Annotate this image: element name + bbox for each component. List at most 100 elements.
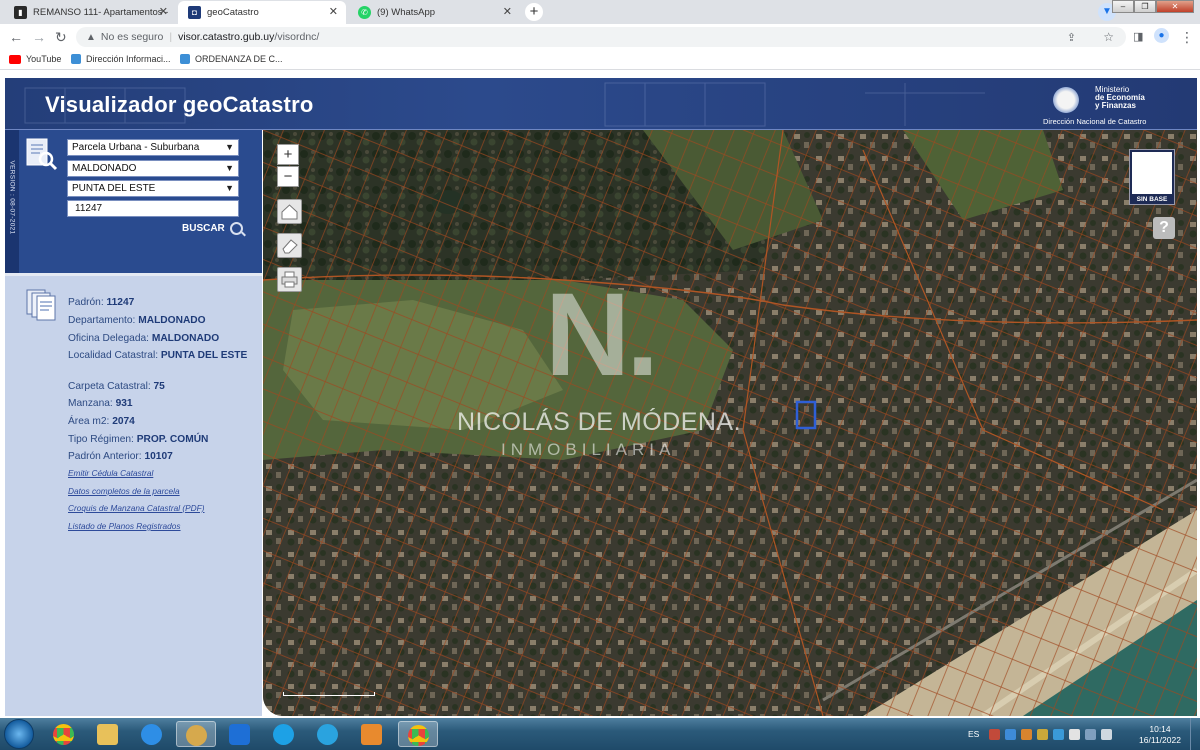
zoom-out-button[interactable]: − bbox=[277, 166, 299, 187]
bookmark-ordenanza[interactable]: ORDENANZA DE C... bbox=[180, 54, 283, 64]
profile-avatar-icon[interactable]: ● bbox=[1154, 28, 1169, 43]
buscar-label: BUSCAR bbox=[182, 223, 225, 234]
url-host: visor.catastro.gub.uy bbox=[178, 31, 275, 43]
bookmark-label: ORDENANZA DE C... bbox=[195, 54, 283, 64]
home-button[interactable] bbox=[277, 199, 302, 224]
help-button[interactable]: ? bbox=[1153, 217, 1175, 239]
tray-app-icon[interactable] bbox=[1037, 728, 1049, 740]
taskbar-explorer[interactable] bbox=[88, 721, 128, 747]
bookmark-label: Dirección Informaci... bbox=[86, 54, 171, 64]
building-favicon-icon: ▮ bbox=[14, 6, 27, 19]
tab-title: (9) WhatsApp bbox=[377, 7, 436, 18]
address-divider: | bbox=[169, 31, 173, 43]
url-path: /visordnc/ bbox=[274, 31, 320, 43]
taskbar-chrome[interactable] bbox=[44, 721, 84, 747]
media-player-icon bbox=[361, 724, 382, 745]
paint-icon bbox=[186, 725, 207, 746]
info-regimen: Tipo Régimen: PROP. COMÚN bbox=[68, 434, 209, 445]
info-area: Área m2: 2074 bbox=[68, 416, 135, 427]
department-select[interactable]: MALDONADO ▼ bbox=[67, 160, 239, 177]
link-listado-planos[interactable]: Listado de Planos Registrados bbox=[68, 521, 181, 531]
base-layer-button[interactable]: SIN BASE bbox=[1129, 149, 1175, 205]
logo-line3: y Finanzas bbox=[1095, 101, 1136, 110]
magnifier-icon bbox=[229, 222, 243, 235]
documents-icon bbox=[26, 289, 56, 321]
share-icon[interactable]: ⇪ bbox=[1067, 31, 1076, 44]
tab-title: geoCatastro bbox=[207, 7, 259, 18]
tray-app-icon[interactable] bbox=[1005, 728, 1017, 740]
clock[interactable]: 10:14 16/11/2022 bbox=[1136, 724, 1184, 746]
side-panel-icon[interactable]: ◨ bbox=[1133, 29, 1143, 45]
app-title: Visualizador geoCatastro bbox=[45, 92, 314, 117]
parcel-type-select[interactable]: Parcela Urbana - Suburbana ▼ bbox=[67, 139, 239, 156]
dgi-icon bbox=[71, 54, 81, 64]
back-arrow-icon[interactable]: ← bbox=[9, 29, 23, 45]
bookmark-direccion[interactable]: Dirección Informaci... bbox=[71, 54, 171, 64]
close-tab-icon[interactable]: ✕ bbox=[503, 5, 512, 18]
star-bookmark-icon[interactable]: ☆ bbox=[1103, 30, 1114, 44]
locality-select[interactable]: PUNTA DEL ESTE ▼ bbox=[67, 180, 239, 197]
address-bar[interactable]: ▲ No es seguro | visor.catastro.gub.uy /… bbox=[76, 27, 1126, 47]
network-icon[interactable] bbox=[1085, 728, 1097, 740]
taskbar-paint[interactable] bbox=[176, 721, 216, 747]
document-search-icon bbox=[26, 138, 58, 171]
start-button[interactable] bbox=[4, 719, 34, 749]
eraser-button[interactable] bbox=[277, 233, 302, 258]
kebab-menu-icon[interactable]: ⋮ bbox=[1180, 29, 1194, 45]
whatsapp-favicon-icon: ✆ bbox=[358, 6, 371, 19]
folder-icon bbox=[97, 724, 118, 745]
restore-button[interactable]: ❐ bbox=[1134, 0, 1156, 13]
tab-remanso[interactable]: ▮ REMANSO 111- Apartamentos - ✕ bbox=[4, 1, 176, 24]
taskbar-media-player[interactable] bbox=[352, 721, 392, 747]
internet-explorer-icon bbox=[141, 724, 162, 745]
warning-triangle-icon[interactable]: ▲ bbox=[86, 32, 96, 43]
info-localidad: Localidad Catastral: PUNTA DEL ESTE bbox=[68, 350, 248, 361]
window-controls: – ❐ ✕ bbox=[1112, 0, 1194, 13]
print-button[interactable] bbox=[277, 267, 302, 292]
bookmark-youtube[interactable]: YouTube bbox=[9, 54, 61, 64]
zoom-in-button[interactable]: + bbox=[277, 144, 299, 165]
app-header: Visualizador geoCatastro Ministerio de E… bbox=[5, 78, 1197, 130]
map-viewer[interactable]: N. NICOLÁS DE MÓDENA. INMOBILIARIA + − S… bbox=[263, 130, 1197, 716]
tray-app-icon[interactable] bbox=[1069, 728, 1081, 740]
scale-bar bbox=[283, 692, 375, 696]
tray-app-icon[interactable] bbox=[1021, 728, 1033, 740]
info-padron-anterior: Padrón Anterior: 10107 bbox=[68, 451, 173, 462]
tray-app-icon[interactable] bbox=[1053, 728, 1065, 740]
skype-icon bbox=[273, 724, 294, 745]
language-indicator[interactable]: ES bbox=[968, 729, 979, 739]
minimize-button[interactable]: – bbox=[1112, 0, 1134, 13]
bookmark-label: YouTube bbox=[26, 54, 62, 64]
parcel-info-panel: Padrón: 11247 Departamento: MALDONADO Of… bbox=[5, 276, 262, 716]
mef-logo: Ministerio de Economía y Finanzas Direcc… bbox=[1041, 83, 1191, 127]
close-tab-icon[interactable]: ✕ bbox=[159, 5, 168, 18]
taskbar-ie[interactable] bbox=[132, 721, 172, 747]
link-croquis-manzana[interactable]: Croquis de Manzana Catastral (PDF) bbox=[68, 503, 205, 513]
new-tab-button[interactable]: + bbox=[525, 3, 543, 21]
forward-arrow-icon[interactable]: → bbox=[32, 29, 46, 45]
watermark-logo: N. bbox=[545, 269, 659, 401]
show-desktop-button[interactable] bbox=[1190, 718, 1200, 750]
department-value: MALDONADO bbox=[72, 163, 137, 174]
tab-whatsapp[interactable]: ✆ (9) WhatsApp ✕ bbox=[348, 1, 520, 24]
security-status[interactable]: No es seguro bbox=[101, 31, 163, 43]
taskbar-telegram[interactable] bbox=[308, 721, 348, 747]
buscar-button[interactable]: BUSCAR bbox=[182, 222, 243, 235]
logo-line4: Dirección Nacional de Catastro bbox=[1043, 117, 1147, 126]
windows-taskbar: ES 10:14 16/11/2022 bbox=[0, 718, 1200, 750]
close-window-button[interactable]: ✕ bbox=[1156, 0, 1194, 13]
reload-icon[interactable]: ↻ bbox=[55, 29, 67, 45]
padron-input[interactable]: 11247 bbox=[67, 200, 239, 217]
taskbar-chrome-active[interactable] bbox=[398, 721, 438, 747]
chrome-icon bbox=[53, 724, 74, 745]
tray-app-icon[interactable] bbox=[989, 728, 1001, 740]
close-tab-icon[interactable]: ✕ bbox=[329, 5, 338, 18]
tab-geocatastro[interactable]: ◘ geoCatastro ✕ bbox=[178, 1, 346, 24]
volume-icon[interactable] bbox=[1101, 728, 1113, 740]
printer-icon bbox=[281, 271, 298, 288]
taskbar-teamviewer[interactable] bbox=[220, 721, 260, 747]
taskbar-skype[interactable] bbox=[264, 721, 304, 747]
search-panel: Parcela Urbana - Suburbana ▼ MALDONADO ▼… bbox=[19, 130, 262, 273]
link-emitir-cedula[interactable]: Emitir Cédula Catastral bbox=[68, 468, 153, 478]
link-datos-completos[interactable]: Datos completos de la parcela bbox=[68, 486, 180, 496]
